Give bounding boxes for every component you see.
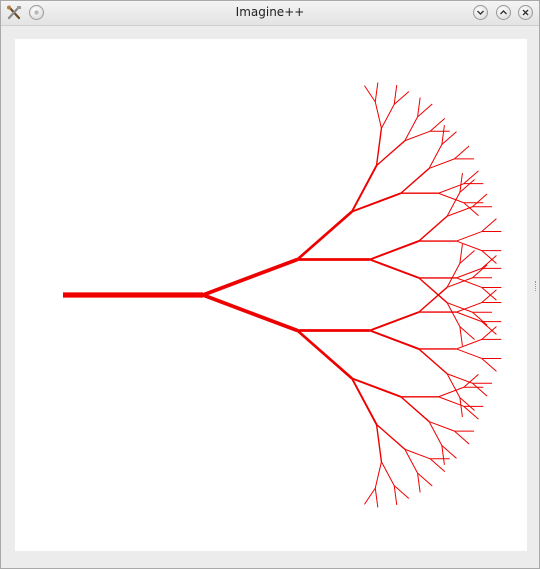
tree-branch-5 [374,101,382,129]
drawing-canvas[interactable] [15,39,527,551]
tree-branch-76 [481,289,497,303]
window-title: Imagine++ [235,5,305,19]
tree-branch-9 [393,84,398,105]
tree-branch-89 [418,348,448,375]
tree-branch-118 [417,472,433,487]
tree-branch-43 [456,231,482,242]
tree-branch-123 [393,485,398,506]
tree-branch-28 [463,170,479,185]
tree-branch-88 [481,358,497,372]
tree-branch-119 [417,473,421,493]
tree-branch-38 [459,179,475,193]
tree-branch-19 [400,167,430,194]
app-window: Imagine++ [0,0,540,569]
tree-branch-2 [296,210,353,261]
tree-branch-96 [296,329,353,380]
tree-branch-125 [374,488,379,508]
tree-branch-7 [374,82,379,102]
tree-branch-22 [441,131,457,145]
tree-branch-40 [472,193,488,208]
tree-branch-24 [454,145,470,160]
tree-branch-6 [364,85,376,103]
tree-branch-56 [481,287,497,301]
tree-branch-37 [459,172,463,193]
tree-branch-104 [463,405,479,420]
tree-branch-122 [393,485,410,499]
tree-branch-64 [202,293,298,333]
tree-branch-94 [459,397,475,411]
tree-branch-124 [374,461,382,489]
tree-branch-111 [441,445,445,465]
tree-branch-62 [459,326,475,340]
tree-branch-121 [380,461,395,486]
tree-branch-10 [393,91,410,105]
tree-branch-126 [364,487,376,505]
tree-branch-92 [472,382,488,397]
tree-branch-95 [459,397,463,418]
tree-branch-113 [376,423,406,450]
tree-branch-116 [429,458,446,473]
tree-branch-1 [202,257,298,297]
close-icon[interactable] [518,5,533,20]
minimize-icon[interactable] [473,5,488,20]
tree-branch-4 [375,128,383,166]
title-bar[interactable]: Imagine++ [1,1,539,26]
tree-branch-63 [459,326,463,347]
tree-branch-66 [369,311,420,332]
tree-branch-83 [456,338,482,350]
tree-branch-35 [418,215,448,242]
tree-branch-13 [417,97,421,117]
tree-branch-69 [459,243,463,264]
tree-branch-70 [459,250,475,264]
fractal-tree-drawing [63,82,502,508]
tree-branch-8 [380,104,395,129]
resize-grip[interactable] [535,281,538,291]
tree-branch-11 [376,140,406,167]
tree-branch-105 [400,396,430,423]
tree-branch-34 [369,240,420,261]
tree-branch-44 [481,218,497,232]
tree-branch-46 [456,240,482,252]
tree-branch-108 [454,430,470,445]
tree-branch-86 [456,348,482,359]
tree-branch-49 [369,258,420,279]
tree-branch-99 [438,386,464,398]
tree-branch-120 [375,424,383,462]
tree-branch-21 [441,125,445,145]
tree-branch-16 [429,117,446,132]
tree-branch-110 [441,445,457,459]
tree-branch-81 [369,329,420,350]
tree-branch-30 [438,192,464,204]
tree-branch-14 [417,103,433,118]
maximize-icon[interactable] [496,5,511,20]
